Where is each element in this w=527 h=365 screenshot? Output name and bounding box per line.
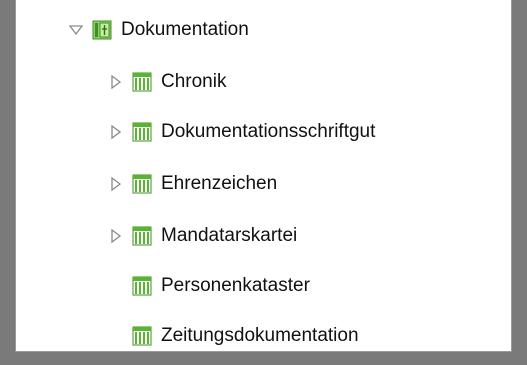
table-grid-icon xyxy=(132,122,152,142)
tree-view-panel: Dokumentation Chronik Dokumentationsschr… xyxy=(15,0,512,352)
expand-arrow-icon[interactable] xyxy=(108,176,124,192)
tree-node-personenkataster[interactable]: Personenkataster xyxy=(108,268,310,304)
tree-node-label: Dokumentationsschriftgut xyxy=(161,121,376,142)
tree-node-mandatarskartei[interactable]: Mandatarskartei xyxy=(108,218,297,254)
table-grid-icon xyxy=(132,72,152,92)
tree-node-label: Chronik xyxy=(161,71,227,92)
table-grid-icon xyxy=(132,174,152,194)
folder-book-icon xyxy=(92,20,112,40)
expand-arrow-icon[interactable] xyxy=(108,124,124,140)
table-grid-icon xyxy=(132,226,152,246)
tree-node-chronik[interactable]: Chronik xyxy=(108,64,226,100)
tree-node-label: Zeitungsdokumentation xyxy=(161,325,359,346)
table-grid-icon xyxy=(132,326,152,346)
tree-node-root[interactable]: Dokumentation xyxy=(68,12,249,48)
tree-node-label: Dokumentation xyxy=(121,19,249,40)
tree-node-dokumentationsschriftgut[interactable]: Dokumentationsschriftgut xyxy=(108,114,375,150)
tree-node-label: Ehrenzeichen xyxy=(161,173,278,194)
table-grid-icon xyxy=(132,276,152,296)
expand-arrow-icon[interactable] xyxy=(108,74,124,90)
tree-node-label: Mandatarskartei xyxy=(161,225,298,246)
tree-node-label: Personenkataster xyxy=(161,275,310,296)
tree-node-zeitungsdokumentation[interactable]: Zeitungsdokumentation xyxy=(108,318,359,354)
collapse-arrow-icon[interactable] xyxy=(68,22,84,38)
expand-arrow-icon[interactable] xyxy=(108,228,124,244)
tree-node-ehrenzeichen[interactable]: Ehrenzeichen xyxy=(108,166,277,202)
